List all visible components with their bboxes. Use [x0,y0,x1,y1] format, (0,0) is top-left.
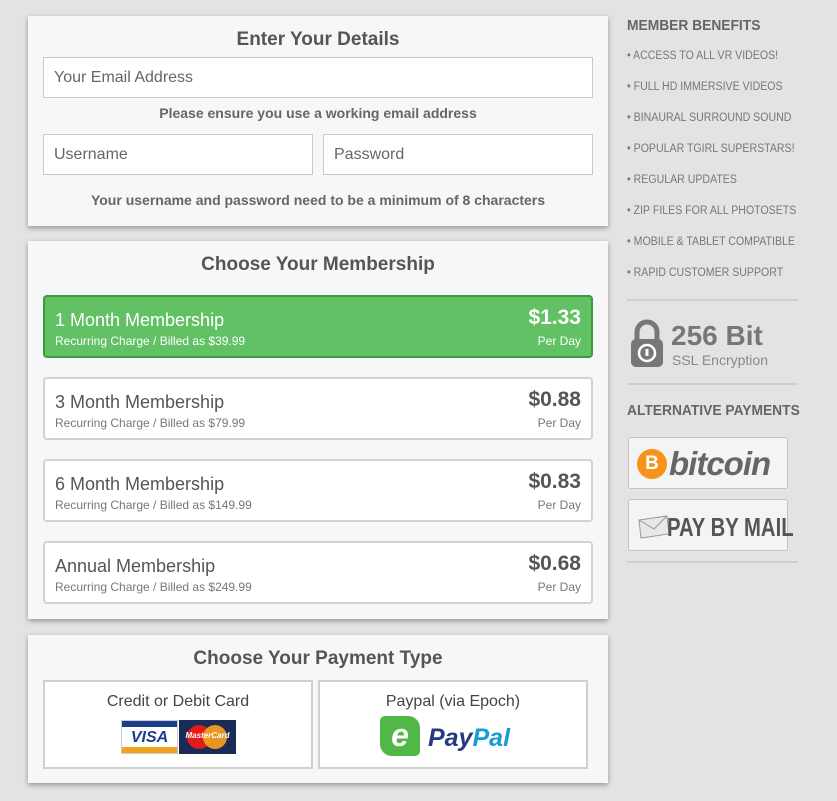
bitcoin-button[interactable]: B bitcoin [628,437,788,489]
benefit-item: • ACCESS TO ALL VR VIDEOS! [627,50,779,62]
details-title: Enter Your Details [236,29,400,50]
membership-panel: Choose Your Membership 1 Month Membershi… [28,241,608,619]
plan-per-day: Per Day [537,498,581,512]
mastercard-text: MasterCard [185,731,230,740]
ssl-label: SSL Encryption [672,352,768,368]
epoch-logo-icon: e [380,716,420,756]
plan-annual[interactable]: Annual Membership Recurring Charge / Bil… [43,541,593,604]
plan-price: $0.88 [528,388,581,411]
ssl-bits: 256 Bit [671,320,763,351]
benefit-item: • FULL HD IMMERSIVE VIDEOS [627,81,783,93]
credentials-hint: Your username and password need to be a … [90,192,546,208]
plan-price: $0.68 [528,552,581,575]
visa-text: VISA [130,729,169,746]
plan-per-day: Per Day [537,334,581,348]
plan-name: Annual Membership [55,556,216,576]
benefit-item: • ZIP FILES FOR ALL PHOTOSETS [627,205,797,217]
details-panel: Enter Your Details Your Email Address Pl… [28,16,608,226]
plan-per-day: Per Day [537,416,581,430]
username-field[interactable]: Username [43,134,313,175]
plan-price: $1.33 [528,306,581,329]
benefits-title: MEMBER BENEFITS [627,17,761,34]
sidebar-divider [627,561,798,563]
password-field[interactable]: Password [323,134,593,175]
bitcoin-icon: B [637,449,667,479]
lock-icon [631,319,663,367]
membership-title: Choose Your Membership [201,254,435,275]
benefit-item: • BINAURAL SURROUND SOUND [627,112,792,124]
sidebar-divider [627,383,798,385]
benefit-item: • REGULAR UPDATES [627,174,737,186]
benefit-item: • MOBILE & TABLET COMPATIBLE [627,236,795,248]
plan-billing: Recurring Charge / Billed as $79.99 [55,416,246,430]
payment-title: Choose Your Payment Type [193,648,443,669]
email-field[interactable]: Your Email Address [43,57,593,98]
pay-paypal-option[interactable]: Paypal (via Epoch) e PayPal [318,680,588,769]
plan-1-month[interactable]: 1 Month Membership Recurring Charge / Bi… [43,295,593,358]
paypal-logo-pay: Pay [428,724,473,752]
sidebar-divider [627,299,798,301]
mastercard-logo: MasterCard [179,720,236,754]
benefits-list: • ACCESS TO ALL VR VIDEOS! • FULL HD IMM… [627,50,811,298]
paypal-label: Paypal (via Epoch) [385,693,521,710]
plan-3-month[interactable]: 3 Month Membership Recurring Charge / Bi… [43,377,593,440]
paypal-logo: PayPal [428,724,510,753]
card-label: Credit or Debit Card [106,693,250,710]
alt-payments-title: ALTERNATIVE PAYMENTS [627,402,800,419]
payment-panel: Choose Your Payment Type Credit or Debit… [28,635,608,783]
plan-name: 3 Month Membership [55,392,225,412]
plan-billing: Recurring Charge / Billed as $149.99 [55,498,252,512]
plan-price: $0.83 [528,470,581,493]
envelope-icon [638,515,670,539]
plan-per-day: Per Day [537,580,581,594]
plan-billing: Recurring Charge / Billed as $249.99 [55,580,252,594]
plan-name: 6 Month Membership [55,474,225,494]
plan-billing: Recurring Charge / Billed as $39.99 [55,334,246,348]
pay-by-mail-button[interactable]: PAY BY MAIL [628,499,794,551]
email-hint: Please ensure you use a working email ad… [159,105,477,121]
benefit-item: • POPULAR TGIRL SUPERSTARS! [627,143,795,155]
bitcoin-label: bitcoin [669,445,771,482]
plan-name: 1 Month Membership [55,310,225,330]
pay-by-mail-label: PAY BY MAIL [667,512,794,542]
plan-6-month[interactable]: 6 Month Membership Recurring Charge / Bi… [43,459,593,522]
pay-card-option[interactable]: Credit or Debit Card VISA MasterCard [43,680,313,769]
benefit-item: • RAPID CUSTOMER SUPPORT [627,267,784,279]
paypal-logo-pal: Pal [472,724,511,752]
visa-logo: VISA [121,720,178,754]
